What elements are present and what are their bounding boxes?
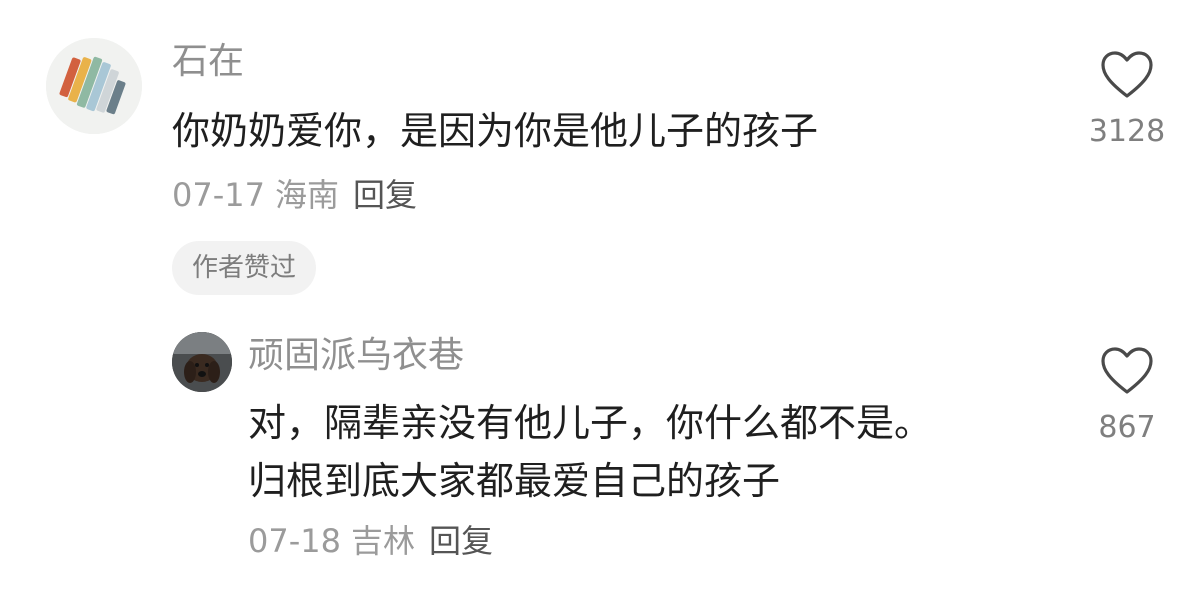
colored-blocks-avatar-icon bbox=[46, 38, 142, 134]
comment-text-line: 归根到底大家都最爱自己的孩子 bbox=[248, 459, 781, 503]
comment-text-line: 你奶奶爱你，是因为你是他儿子的孩子 bbox=[172, 109, 819, 153]
like-button[interactable]: 3128 bbox=[1082, 50, 1172, 149]
comment-username[interactable]: 顽固派乌衣巷 bbox=[248, 334, 464, 378]
comment-location: 海南 bbox=[274, 176, 339, 214]
comment-date: 07-17 bbox=[172, 176, 265, 214]
dog-photo-avatar-icon bbox=[172, 332, 232, 392]
comment-item: 石在 你奶奶爱你，是因为你是他儿子的孩子 07-17 海南 回复 作者赞过 3128 bbox=[0, 0, 1200, 310]
comment-meta: 07-18 吉林 回复 bbox=[248, 521, 493, 561]
reply-comment-item: 顽固派乌衣巷 对，隔辈亲没有他儿子，你什么都不是。 归根到底大家都最爱自己的孩子… bbox=[0, 310, 1200, 590]
author-liked-badge: 作者赞过 bbox=[172, 241, 317, 295]
avatar[interactable] bbox=[46, 38, 142, 134]
comment-text: 对，隔辈亲没有他儿子，你什么都不是。 归根到底大家都最爱自己的孩子 bbox=[248, 394, 932, 510]
comment-location: 吉林 bbox=[350, 522, 415, 560]
comment-meta: 07-17 海南 回复 bbox=[172, 175, 417, 215]
heart-outline-icon bbox=[1101, 51, 1153, 98]
comment-username[interactable]: 石在 bbox=[172, 40, 244, 84]
heart-outline-icon bbox=[1101, 347, 1153, 394]
like-count: 3128 bbox=[1088, 114, 1166, 149]
comment-text-line: 对，隔辈亲没有他儿子，你什么都不是。 bbox=[248, 401, 933, 445]
comment-date: 07-18 bbox=[248, 522, 341, 560]
comment-text: 你奶奶爱你，是因为你是他儿子的孩子 bbox=[172, 102, 818, 160]
like-button[interactable]: 867 bbox=[1082, 346, 1172, 445]
reply-button[interactable]: 回复 bbox=[429, 522, 493, 560]
avatar[interactable] bbox=[172, 332, 232, 392]
like-count: 867 bbox=[1098, 410, 1156, 445]
reply-button[interactable]: 回复 bbox=[353, 176, 417, 214]
